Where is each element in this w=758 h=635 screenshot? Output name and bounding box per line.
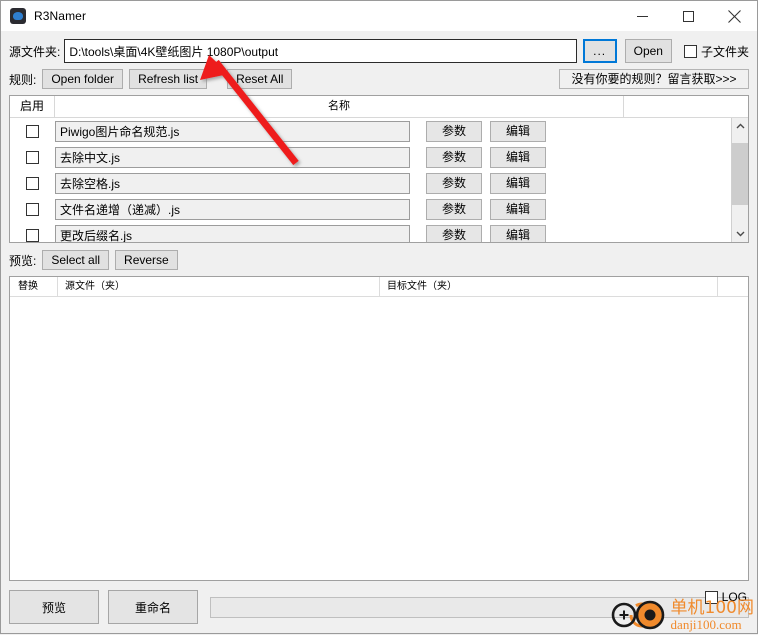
log-checkbox-label: LOG — [721, 590, 747, 604]
rule-actions: 参数 编辑 — [426, 224, 546, 242]
app-icon — [10, 8, 26, 24]
reverse-button[interactable]: Reverse — [115, 250, 178, 270]
preview-table-header: 替换 源文件（夹） 目标文件（夹） — [10, 277, 748, 297]
rule-enable-checkbox[interactable] — [10, 124, 55, 138]
window-controls — [619, 1, 757, 31]
close-icon[interactable] — [711, 1, 757, 31]
rule-row: Piwigo图片命名规范.js 参数 编辑 — [10, 118, 748, 144]
window-title: R3Namer — [34, 9, 87, 23]
preview-header-extra — [718, 277, 748, 297]
rule-actions: 参数 编辑 — [426, 198, 546, 220]
rule-enable-checkbox-box[interactable] — [26, 150, 39, 164]
rules-scrollbar[interactable] — [731, 118, 748, 242]
rule-params-button[interactable]: 参数 — [426, 198, 482, 220]
rules-label: 规则: — [9, 72, 37, 87]
open-button[interactable]: Open — [624, 39, 672, 63]
source-path-input[interactable]: D:\tools\桌面\4K壁纸图片 1080P\output — [64, 39, 577, 63]
title-bar: R3Namer — [1, 1, 757, 31]
rule-name-field[interactable]: 去除中文.js — [55, 146, 410, 168]
progress-bar — [210, 596, 749, 618]
rule-name-field[interactable]: 文件名递增（递减）.js — [55, 198, 410, 220]
rules-table-header: 启用 名称 — [10, 96, 748, 118]
rules-list-panel: 启用 名称 Piwigo图片命名规范.js 参数 编辑 去除中文.js 参数 编辑 去除空格… — [9, 95, 749, 243]
preview-header-source: 源文件（夹） — [58, 277, 380, 297]
preview-label: 预览: — [9, 253, 37, 268]
get-rule-link-button[interactable]: 没有你要的规则？留言获取>>> — [559, 69, 749, 89]
rule-name-field[interactable]: 去除空格.js — [55, 172, 410, 194]
rule-enable-checkbox[interactable] — [10, 228, 55, 242]
reset-all-button[interactable]: Reset All — [227, 69, 293, 89]
subfolder-checkbox-label: 子文件夹 — [700, 44, 749, 59]
open-folder-button[interactable]: Open folder — [42, 69, 124, 89]
rules-header-name: 名称 — [55, 96, 624, 118]
rules-header-enable: 启用 — [10, 96, 55, 118]
rule-name-field[interactable]: Piwigo图片命名规范.js — [55, 120, 410, 142]
preview-header-target: 目标文件（夹） — [380, 277, 718, 297]
log-checkbox[interactable]: LOG — [704, 590, 747, 604]
rule-enable-checkbox[interactable] — [10, 150, 55, 164]
rule-enable-checkbox-box[interactable] — [26, 124, 39, 138]
app-window: R3Namer 源文件夹: D:\tools\桌面\4K壁纸图片 1080P\o… — [0, 0, 758, 634]
rule-params-button[interactable]: 参数 — [426, 120, 482, 142]
preview-button[interactable]: 预览 — [9, 590, 99, 624]
preview-toolbar: 预览: Select all Reverse — [1, 248, 757, 272]
rule-params-button[interactable]: 参数 — [426, 172, 482, 194]
rule-edit-button[interactable]: 编辑 — [490, 224, 546, 242]
rule-enable-checkbox-box[interactable] — [26, 202, 39, 216]
subfolder-checkbox-box[interactable] — [683, 44, 697, 58]
rules-table-body: Piwigo图片命名规范.js 参数 编辑 去除中文.js 参数 编辑 去除空格.js 参数编… — [10, 118, 748, 242]
rules-header-actions — [624, 96, 748, 118]
rule-params-button[interactable]: 参数 — [426, 224, 482, 242]
rules-toolbar: 规则: Open folder Refresh list Reset All 没… — [1, 67, 757, 91]
rule-enable-checkbox-box[interactable] — [26, 228, 39, 242]
rule-enable-checkbox[interactable] — [10, 202, 55, 216]
preview-list-panel: 替换 源文件（夹） 目标文件（夹） — [9, 276, 749, 581]
rule-row: 去除空格.js 参数 编辑 — [10, 170, 748, 196]
chevron-down-icon[interactable] — [732, 225, 749, 242]
log-checkbox-box[interactable] — [704, 590, 718, 604]
rule-enable-checkbox[interactable] — [10, 176, 55, 190]
rule-enable-checkbox-box[interactable] — [26, 176, 39, 190]
rule-edit-button[interactable]: 编辑 — [490, 146, 546, 168]
preview-table-body — [10, 297, 748, 580]
rule-edit-button[interactable]: 编辑 — [490, 120, 546, 142]
rename-button[interactable]: 重命名 — [108, 590, 198, 624]
minimize-icon[interactable] — [619, 1, 665, 31]
rule-actions: 参数 编辑 — [426, 120, 546, 142]
preview-header-replace: 替换 — [10, 277, 58, 297]
rules-scrollbar-thumb[interactable] — [731, 143, 748, 205]
chevron-up-icon[interactable] — [732, 118, 749, 135]
rule-params-button[interactable]: 参数 — [426, 146, 482, 168]
rule-edit-button[interactable]: 编辑 — [490, 198, 546, 220]
rule-actions: 参数 编辑 — [426, 172, 546, 194]
subfolder-checkbox[interactable]: 子文件夹 — [683, 43, 749, 60]
select-all-button[interactable]: Select all — [42, 250, 110, 270]
bottom-bar: 预览 重命名 LOG — [1, 581, 757, 633]
rule-row: 文件名递增（递减）.js 参数 编辑 — [10, 196, 748, 222]
refresh-list-button[interactable]: Refresh list — [129, 69, 208, 89]
source-folder-label: 源文件夹: — [9, 44, 61, 59]
rule-name-field[interactable]: 更改后缀名.js — [55, 224, 410, 242]
rule-row: 去除中文.js 参数 编辑 — [10, 144, 748, 170]
rules-scrollbar-track[interactable] — [731, 135, 748, 225]
maximize-icon[interactable] — [665, 1, 711, 31]
rule-edit-button[interactable]: 编辑 — [490, 172, 546, 194]
rule-row: 更改后缀名.js 参数 编辑 — [10, 222, 748, 242]
source-folder-row: 源文件夹: D:\tools\桌面\4K壁纸图片 1080P\output ..… — [1, 37, 757, 65]
rule-actions: 参数 编辑 — [426, 146, 546, 168]
browse-button[interactable]: ... — [582, 39, 617, 63]
